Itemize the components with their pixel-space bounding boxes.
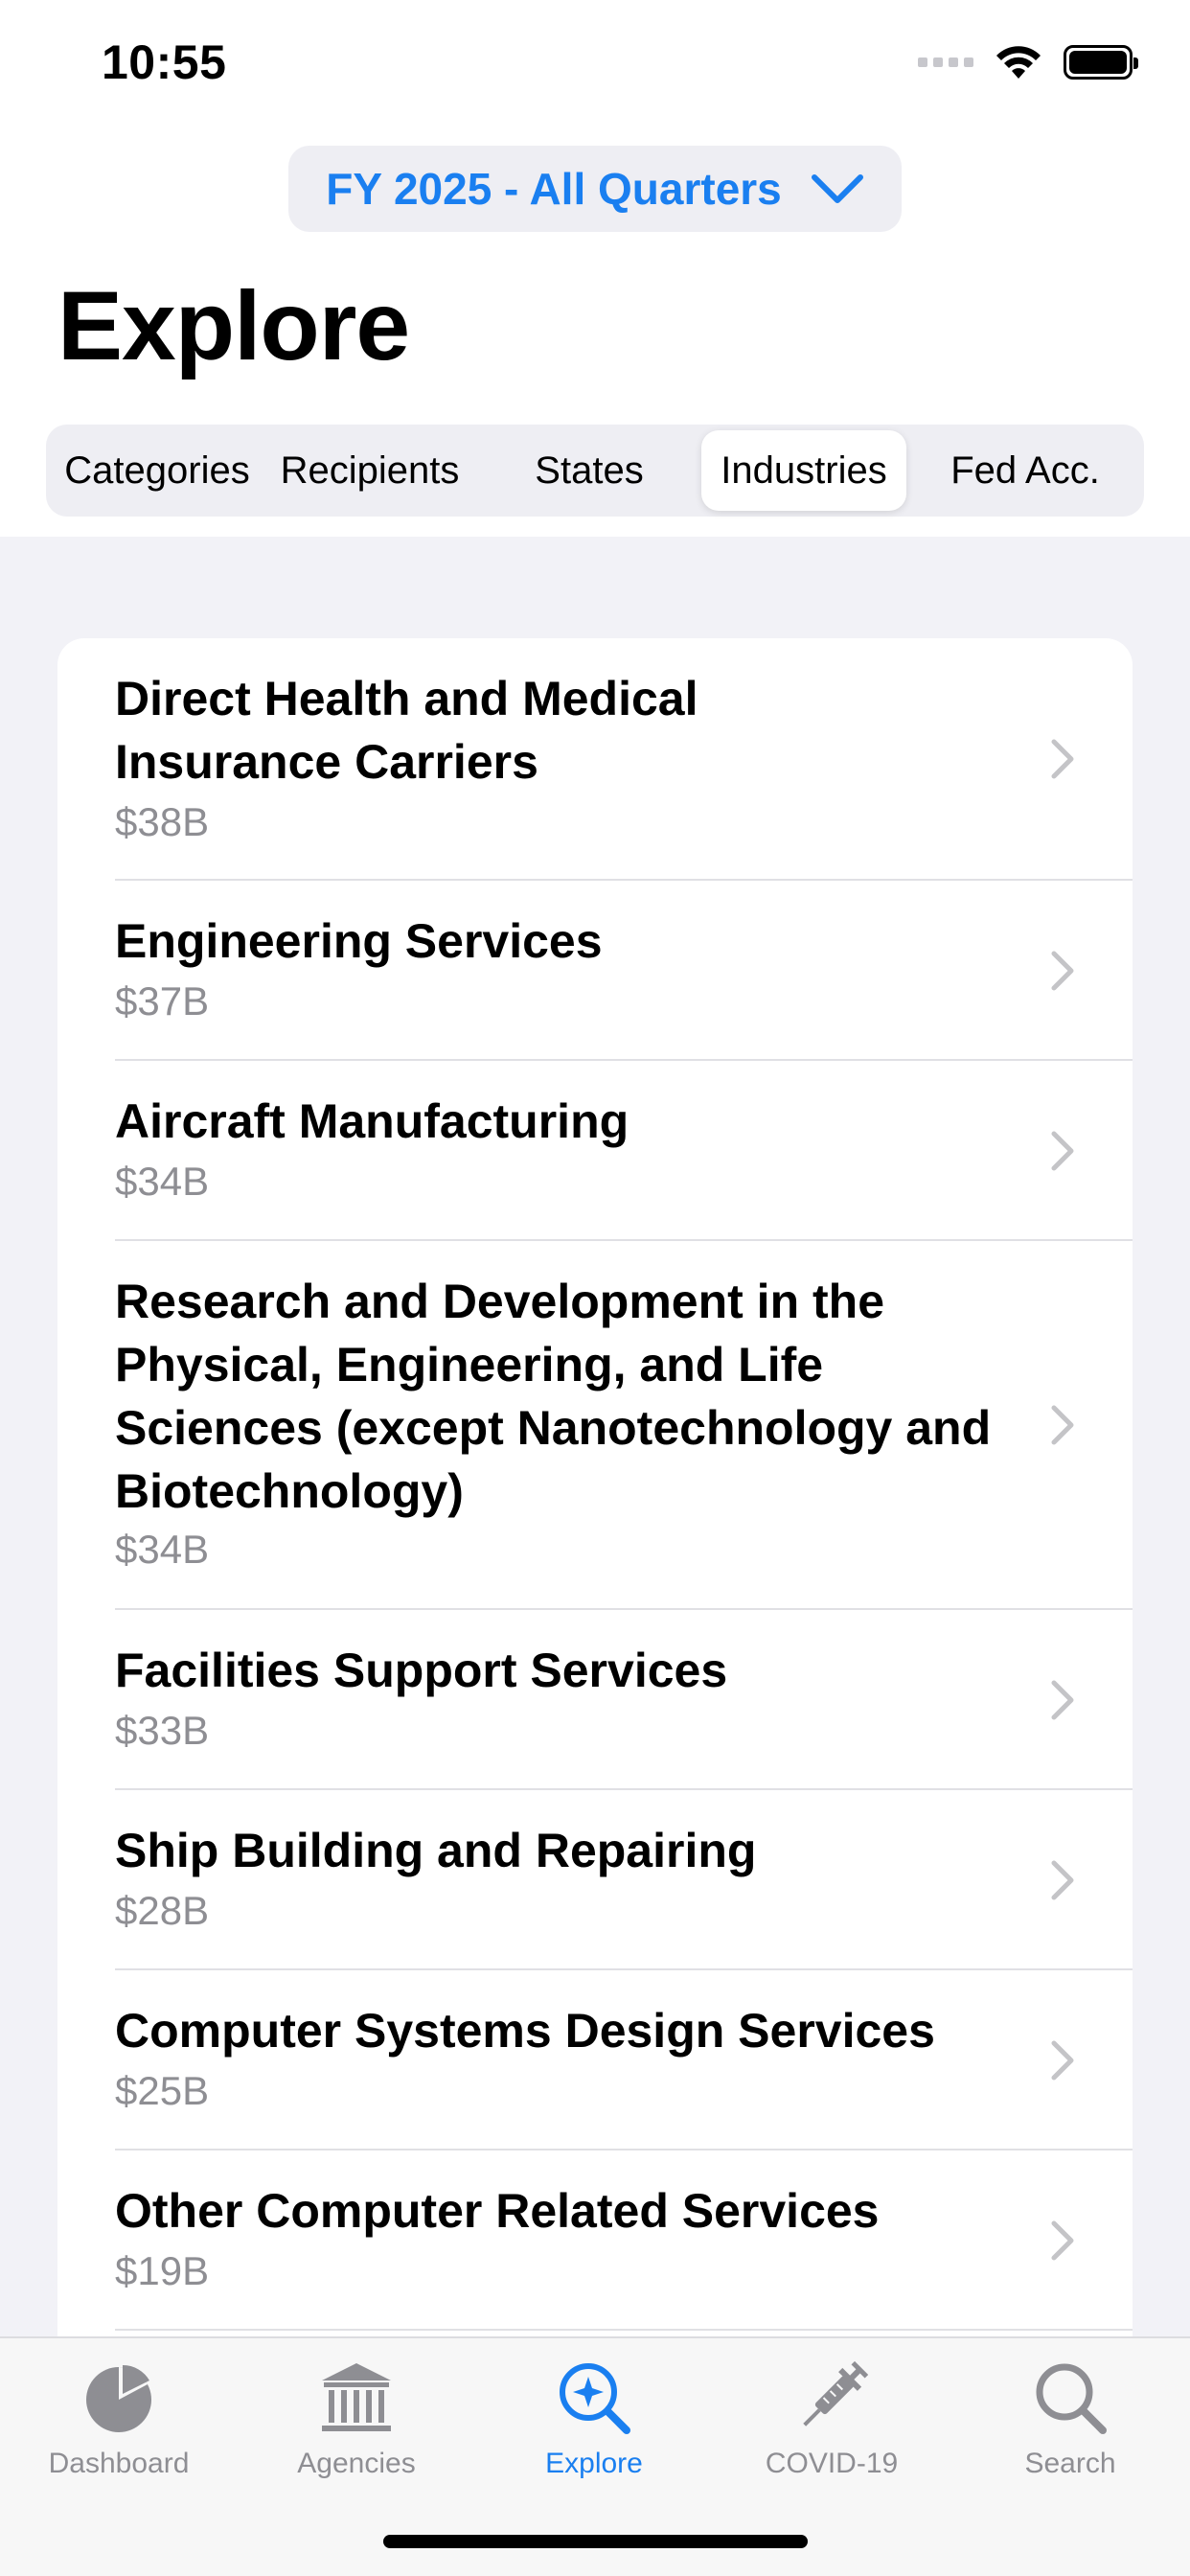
page-title: Explore [57, 271, 410, 380]
segment-industries[interactable]: Industries [701, 430, 906, 511]
period-selector-label: FY 2025 - All Quarters [326, 164, 782, 214]
industry-name: Ship Building and Repairing [115, 1824, 757, 1877]
industry-amount: $38B [115, 799, 210, 844]
row-separator [115, 2329, 1133, 2331]
tab-label: COVID-19 [765, 2448, 899, 2479]
battery-icon [1064, 45, 1138, 80]
industries-list: Direct Health and Medical Insurance Carr… [57, 638, 1133, 2363]
chevron-right-icon [1051, 2040, 1074, 2081]
industry-name: Facilities Support Services [115, 1644, 728, 1697]
industry-name: Research and Development in the Physical… [115, 1275, 992, 1518]
status-time: 10:55 [102, 35, 227, 89]
building-columns-icon [322, 2363, 391, 2431]
segment-categories[interactable]: Categories [54, 430, 261, 511]
list-item[interactable]: Facilities Support Services $33B [57, 1610, 1133, 1790]
chevron-right-icon [1051, 1131, 1074, 1171]
tab-label: Dashboard [48, 2448, 190, 2479]
home-indicator[interactable] [383, 2535, 808, 2548]
list-item[interactable]: Direct Health and Medical Insurance Carr… [57, 638, 1133, 881]
chevron-right-icon [1051, 1680, 1074, 1720]
chevron-right-icon [1051, 1860, 1074, 1900]
syringe-icon [803, 2360, 869, 2426]
industry-amount: $37B [115, 978, 210, 1024]
industry-name: Computer Systems Design Services [115, 2004, 935, 2058]
list-item[interactable]: Ship Building and Repairing $28B [57, 1790, 1133, 1970]
industry-amount: $34B [115, 1527, 210, 1572]
chevron-right-icon [1051, 1405, 1074, 1445]
segment-fed-acc[interactable]: Fed Acc. [906, 430, 1144, 511]
industry-amount: $33B [115, 1708, 210, 1753]
industry-amount: $19B [115, 2248, 210, 2293]
chevron-right-icon [1051, 739, 1074, 779]
industry-amount: $34B [115, 1159, 210, 1204]
tab-label: Agencies [297, 2448, 416, 2479]
tab-covid-19[interactable]: COVID-19 [713, 2340, 950, 2494]
status-icons [918, 44, 1138, 80]
header-region: 10:55 FY 2025 - All Quarters Explore Cat… [0, 0, 1190, 537]
pie-chart-icon [86, 2364, 151, 2432]
industry-amount: $28B [115, 1888, 210, 1933]
explore-segmented-control: Categories Recipients States Industries … [46, 425, 1144, 517]
industry-name: Aircraft Manufacturing [115, 1094, 629, 1148]
tab-label: Search [1024, 2448, 1116, 2479]
tab-label: Explore [545, 2448, 643, 2479]
tab-agencies[interactable]: Agencies [238, 2340, 475, 2494]
industry-amount: $25B [115, 2068, 210, 2113]
industry-name: Direct Health and Medical Insurance Carr… [115, 672, 698, 789]
tab-dashboard[interactable]: Dashboard [0, 2340, 238, 2494]
tab-search[interactable]: Search [950, 2340, 1190, 2494]
magnifier-sparkle-icon [560, 2363, 630, 2434]
list-item[interactable]: Engineering Services $37B [57, 881, 1133, 1061]
chevron-down-icon [811, 174, 863, 203]
segment-states[interactable]: States [479, 430, 699, 511]
industry-name: Engineering Services [115, 914, 603, 968]
list-item[interactable]: Other Computer Related Services $19B [57, 2150, 1133, 2331]
industry-name: Other Computer Related Services [115, 2184, 880, 2238]
chevron-right-icon [1051, 2220, 1074, 2261]
list-item[interactable]: Computer Systems Design Services $25B [57, 1970, 1133, 2150]
cellular-signal-icon [918, 58, 973, 67]
list-item[interactable]: Aircraft Manufacturing $34B [57, 1061, 1133, 1241]
wifi-icon [996, 46, 1041, 79]
chevron-right-icon [1051, 951, 1074, 991]
segment-recipients[interactable]: Recipients [261, 430, 479, 511]
period-selector-button[interactable]: FY 2025 - All Quarters [288, 146, 902, 232]
tab-explore[interactable]: Explore [475, 2340, 713, 2494]
screen: 10:55 FY 2025 - All Quarters Explore Cat… [0, 0, 1190, 2576]
search-icon [1036, 2363, 1107, 2434]
list-item[interactable]: Research and Development in the Physical… [57, 1241, 1133, 1610]
